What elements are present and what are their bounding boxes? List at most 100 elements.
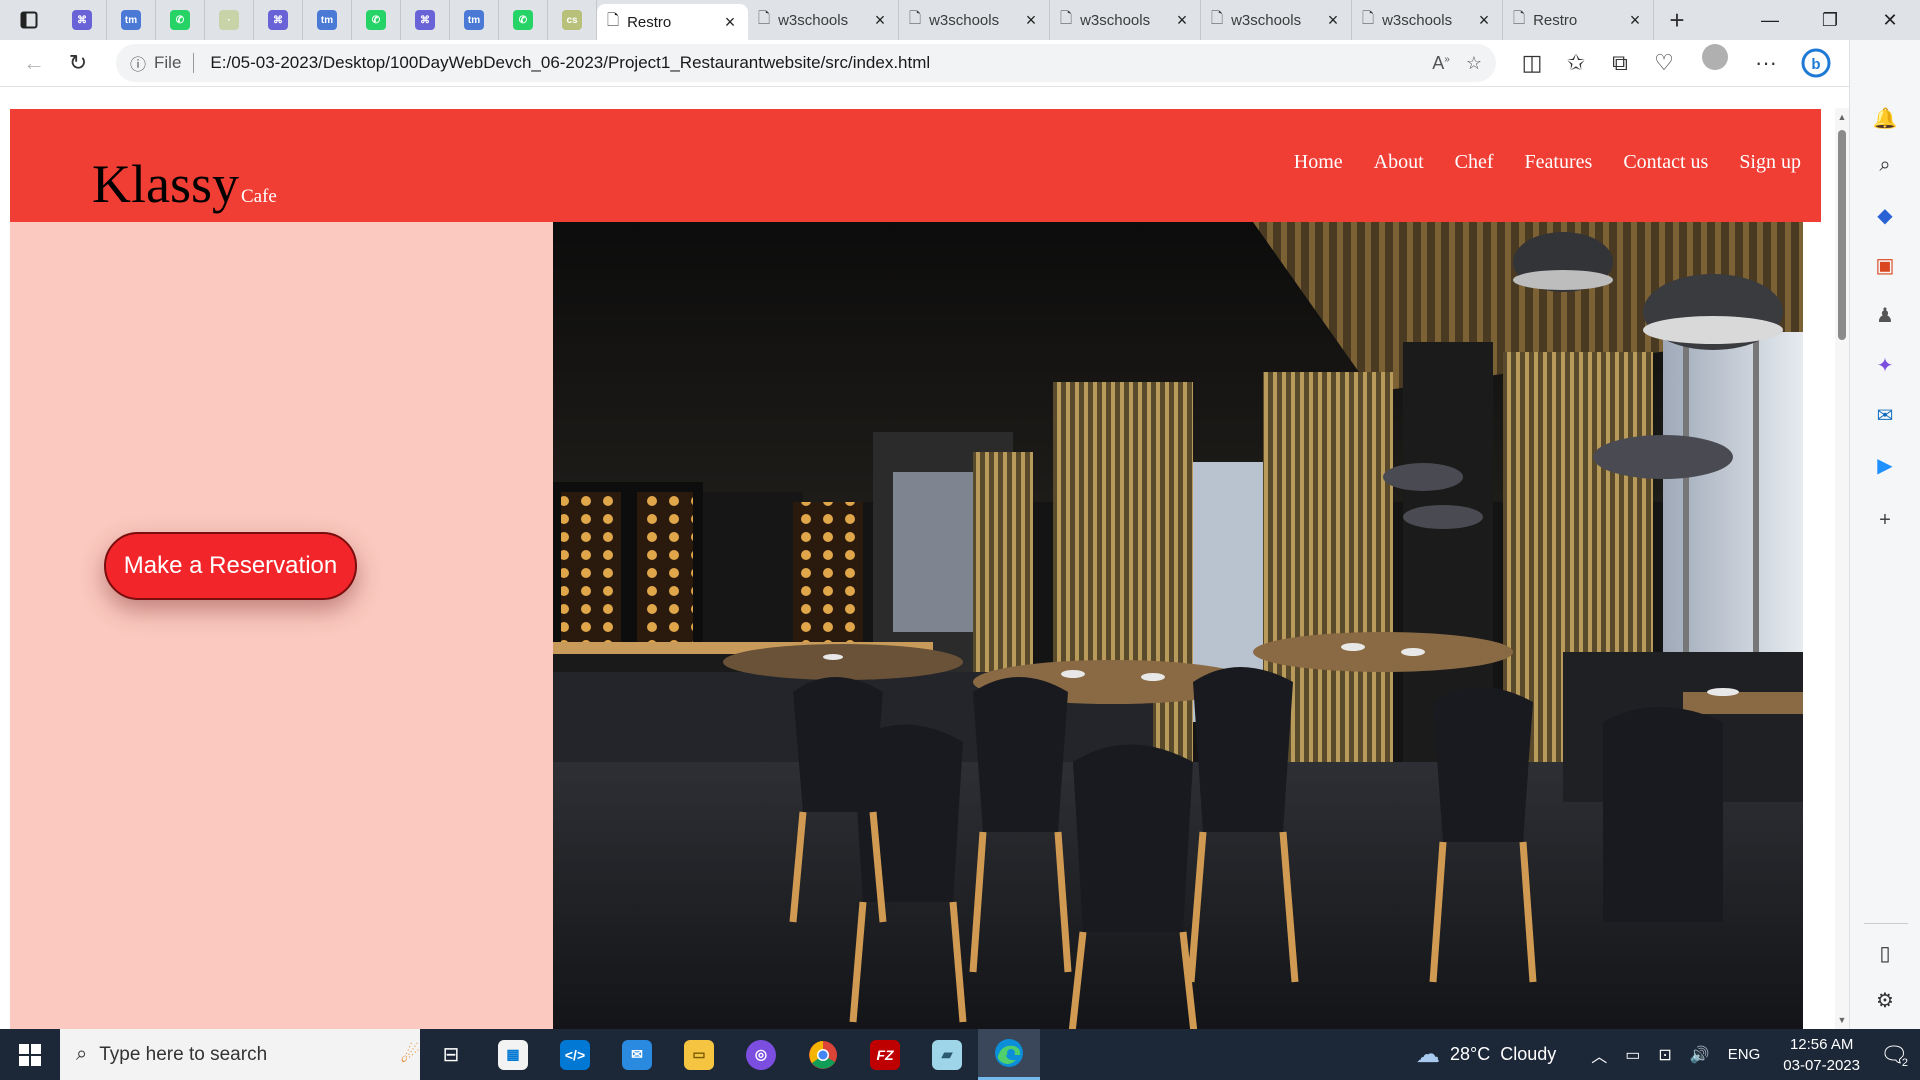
settings-more-button[interactable]: ···: [1744, 44, 1788, 82]
new-tab-button[interactable]: +: [1654, 0, 1700, 40]
close-tab-icon[interactable]: ×: [1174, 10, 1190, 31]
close-tab-icon[interactable]: ×: [722, 12, 738, 33]
hide-sidebar-icon[interactable]: ▯: [1873, 941, 1897, 965]
tab-title: w3schools: [1382, 11, 1453, 29]
close-window-button[interactable]: ✕: [1860, 0, 1920, 40]
close-tab-icon[interactable]: ×: [1325, 10, 1341, 31]
taskbar-search[interactable]: ⌕ Type here to search ☄: [60, 1029, 420, 1080]
close-tab-icon[interactable]: ×: [872, 10, 888, 31]
minimize-button[interactable]: —: [1740, 0, 1800, 40]
split-screen-button[interactable]: ◫: [1510, 44, 1554, 82]
shopping-tag-icon[interactable]: ◆: [1873, 203, 1897, 227]
nav-link-chef[interactable]: Chef: [1455, 151, 1494, 174]
pinned-tab[interactable]: ✆: [499, 0, 548, 40]
pinned-tab[interactable]: tm: [303, 0, 352, 40]
taskbar-app-mail[interactable]: ✉: [606, 1029, 668, 1080]
bing-chat-button[interactable]: b: [1794, 44, 1838, 82]
add-sidebar-app-icon[interactable]: +: [1873, 508, 1897, 532]
scrollbar-thumb[interactable]: [1838, 130, 1846, 340]
copilot-icon[interactable]: ✦: [1873, 353, 1897, 377]
task-view-icon: ⊟: [442, 1044, 460, 1066]
browser-tab[interactable]: 🗋 Restro ×: [1503, 0, 1654, 40]
browser-toolbar: ← ↻ ⓘ File E:/05-03-2023/Desktop/100DayW…: [0, 40, 1920, 87]
microsoft-store-icon: ▦: [498, 1039, 528, 1070]
taskbar-app-notes[interactable]: ▰: [916, 1029, 978, 1080]
read-aloud-icon[interactable]: A»: [1432, 53, 1450, 74]
scroll-down-icon[interactable]: ▼: [1837, 1015, 1847, 1025]
pinned-tab[interactable]: cs: [548, 0, 597, 40]
bing-icon: b: [1801, 48, 1831, 78]
nav-link-about[interactable]: About: [1374, 151, 1424, 174]
close-tab-icon[interactable]: ×: [1476, 10, 1492, 31]
taskbar-app-explorer[interactable]: ▭: [668, 1029, 730, 1080]
tab-actions-button[interactable]: [0, 0, 58, 40]
close-tab-icon[interactable]: ×: [1023, 10, 1039, 31]
site-logo[interactable]: Klassy Cafe: [92, 153, 277, 215]
nav-link-sign-up[interactable]: Sign up: [1739, 151, 1801, 174]
pinned-tab[interactable]: tm: [450, 0, 499, 40]
pinned-tab[interactable]: ⌘: [58, 0, 107, 40]
tm-icon: tm: [121, 10, 141, 30]
address-bar[interactable]: ⓘ File E:/05-03-2023/Desktop/100DayWebDe…: [116, 44, 1496, 82]
vscode-icon: </>: [560, 1039, 590, 1070]
back-button[interactable]: ←: [12, 44, 56, 82]
nav-link-contact-us[interactable]: Contact us: [1623, 151, 1708, 174]
page-icon: 🗋: [909, 9, 922, 27]
scroll-up-icon[interactable]: ▲: [1837, 112, 1847, 122]
language-indicator[interactable]: ENG: [1728, 1046, 1761, 1063]
games-icon[interactable]: ♟: [1873, 303, 1897, 327]
nav-link-features[interactable]: Features: [1525, 151, 1593, 174]
tab-title: Restro: [627, 13, 672, 31]
browser-tab[interactable]: 🗋 w3schools ×: [1201, 0, 1352, 40]
profile-avatar[interactable]: [1702, 44, 1728, 70]
chevron-up-icon[interactable]: ︿: [1591, 1043, 1607, 1067]
outlook-icon[interactable]: ✉: [1873, 403, 1897, 427]
restore-button[interactable]: ❐: [1800, 0, 1860, 40]
collections-button[interactable]: ⧉: [1598, 44, 1642, 82]
taskbar-app-edge[interactable]: [978, 1029, 1040, 1080]
pinned-tab[interactable]: tm: [107, 0, 156, 40]
nav-link-home[interactable]: Home: [1294, 151, 1343, 174]
favorite-star-icon[interactable]: ☆: [1466, 53, 1482, 74]
drop-icon[interactable]: ▶: [1873, 453, 1897, 477]
make-reservation-button[interactable]: Make a Reservation: [104, 532, 357, 600]
tools-briefcase-icon[interactable]: ▣: [1873, 253, 1897, 277]
bell-icon[interactable]: 🔔: [1873, 106, 1898, 130]
browser-tab[interactable]: 🗋 w3schools ×: [1050, 0, 1201, 40]
gear-icon[interactable]: ⚙: [1873, 988, 1897, 1012]
page-scrollbar[interactable]: ▲ ▼: [1835, 108, 1849, 1029]
sidebar-divider: [1864, 923, 1908, 924]
start-button[interactable]: [0, 1029, 60, 1080]
refresh-button[interactable]: ↻: [56, 44, 100, 82]
favorites-button[interactable]: ✩: [1554, 44, 1598, 82]
pinned-tab[interactable]: ✆: [352, 0, 401, 40]
pinned-tab[interactable]: ·: [205, 0, 254, 40]
battery-icon[interactable]: ▭: [1625, 1045, 1640, 1065]
brand-suffix: Cafe: [241, 186, 277, 207]
taskbar-app-filezilla[interactable]: FZ: [854, 1029, 916, 1080]
network-icon[interactable]: ⊡: [1658, 1045, 1671, 1065]
weather-widget[interactable]: ☁ 28°C Cloudy: [1416, 1040, 1556, 1069]
task-view-button[interactable]: ⊟: [420, 1029, 482, 1080]
pinned-tab[interactable]: ⌘: [401, 0, 450, 40]
browser-tab[interactable]: 🗋 w3schools ×: [1352, 0, 1503, 40]
pinned-tab[interactable]: ⌘: [254, 0, 303, 40]
whatsapp-icon: ✆: [170, 10, 190, 30]
info-icon[interactable]: ⓘ: [130, 51, 146, 75]
url-text[interactable]: E:/05-03-2023/Desktop/100DayWebDevch_06-…: [210, 53, 1432, 73]
browser-tab[interactable]: 🗋 w3schools ×: [748, 0, 899, 40]
close-tab-icon[interactable]: ×: [1627, 10, 1643, 31]
browser-tab[interactable]: 🗋 Restro ×: [597, 4, 748, 40]
notification-center-button[interactable]: 🗨 2: [1874, 1035, 1914, 1075]
taskbar-app-github[interactable]: ◎: [730, 1029, 792, 1080]
taskbar-app-store[interactable]: ▦: [482, 1029, 544, 1080]
clock[interactable]: 12:56 AM 03-07-2023: [1783, 1034, 1860, 1076]
taskbar-app-vscode[interactable]: </>: [544, 1029, 606, 1080]
browser-essentials-button[interactable]: ♡: [1642, 44, 1686, 82]
browser-tab[interactable]: 🗋 w3schools ×: [899, 0, 1050, 40]
taskbar-app-chrome[interactable]: [792, 1029, 854, 1080]
volume-icon[interactable]: 🔊: [1690, 1045, 1710, 1065]
weather-temp: 28°C: [1450, 1044, 1491, 1064]
pinned-tab[interactable]: ✆: [156, 0, 205, 40]
search-icon[interactable]: ⌕: [1873, 153, 1897, 177]
